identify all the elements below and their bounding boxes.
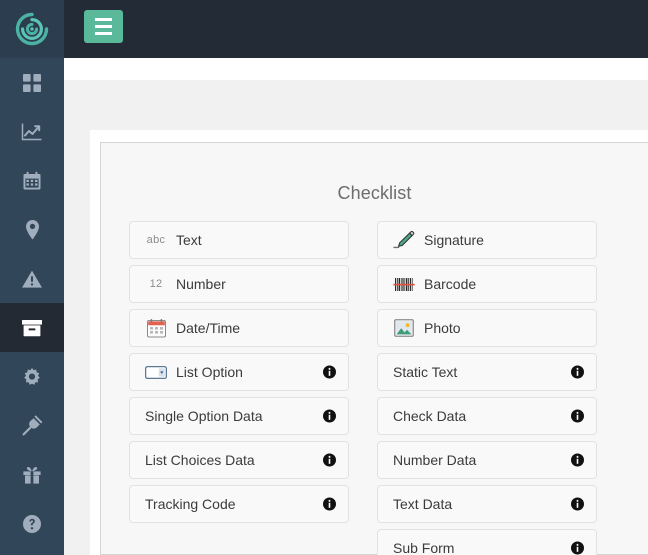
checklist-item-label: Signature <box>424 232 484 248</box>
checklist-item-label: Barcode <box>424 276 477 292</box>
checklist-item-text-data[interactable]: Text Data <box>377 485 597 523</box>
checklist-item-label: Date/Time <box>176 320 241 336</box>
sidebar-item-calendar[interactable] <box>0 156 64 205</box>
map-pin-icon <box>25 219 39 239</box>
checklist-item-list-choices-data[interactable]: List Choices Data <box>129 441 349 479</box>
checklist-item-label: List Option <box>176 364 243 380</box>
gift-icon <box>23 466 41 484</box>
menu-toggle-button[interactable] <box>84 10 123 43</box>
gear-icon <box>24 367 40 385</box>
sidebar-item-locations[interactable] <box>0 205 64 254</box>
plug-icon <box>22 415 43 435</box>
grid-icon <box>23 73 41 92</box>
barcode-icon <box>392 276 416 293</box>
checklist-item-static-text[interactable]: Static Text <box>377 353 597 391</box>
info-icon[interactable] <box>323 497 336 511</box>
info-icon[interactable] <box>323 453 336 467</box>
subbar <box>64 58 648 80</box>
checklist-item-number[interactable]: 12 Number <box>129 265 349 303</box>
checklist-items-grid: abc Text 12 Number Date/Time List Option… <box>101 221 648 555</box>
dropdown-icon <box>144 365 168 379</box>
checklist-item-single-option-data[interactable]: Single Option Data <box>129 397 349 435</box>
sidebar-nav <box>0 58 64 548</box>
checklist-panel: Checklist abc Text 12 Number Date/Time L… <box>90 130 648 555</box>
checklist-item-label: Check Data <box>393 408 467 424</box>
number-12-icon: 12 <box>149 278 163 290</box>
sidebar-item-dashboard[interactable] <box>0 58 64 107</box>
right-column: Signature Barcode Photo Static Text Chec… <box>377 221 597 555</box>
info-icon[interactable] <box>571 365 584 379</box>
info-icon[interactable] <box>571 497 584 511</box>
info-icon[interactable] <box>323 365 336 379</box>
checklist-item-label: Text <box>176 232 202 248</box>
app-root: Checklist abc Text 12 Number Date/Time L… <box>0 0 648 555</box>
info-icon[interactable] <box>571 541 584 555</box>
spiral-target-logo-icon <box>15 12 49 46</box>
pencil-signature-icon <box>392 230 416 250</box>
sidebar-item-help[interactable] <box>0 499 64 548</box>
brand-logo[interactable] <box>0 0 64 58</box>
abc-text-icon: abc <box>146 234 166 246</box>
checklist-item-number-data[interactable]: Number Data <box>377 441 597 479</box>
hamburger-icon-bar <box>95 32 112 35</box>
sidebar-item-analytics[interactable] <box>0 107 64 156</box>
checklist-item-label: Photo <box>424 320 461 336</box>
checklist-item-label: Number Data <box>393 452 477 468</box>
checklist-item-check-data[interactable]: Check Data <box>377 397 597 435</box>
calendar-icon <box>23 171 41 189</box>
hamburger-icon-bar <box>95 18 112 21</box>
checklist-item-label: Static Text <box>393 364 458 380</box>
archive-box-icon <box>22 319 42 336</box>
sidebar <box>0 0 64 555</box>
checklist-item-barcode[interactable]: Barcode <box>377 265 597 303</box>
sidebar-item-rewards[interactable] <box>0 450 64 499</box>
question-circle-icon <box>23 514 41 533</box>
checklist-item-label: Sub Form <box>393 540 455 555</box>
chart-line-icon <box>21 123 42 140</box>
sidebar-item-integrations[interactable] <box>0 401 64 450</box>
checklist-item-photo[interactable]: Photo <box>377 309 597 347</box>
info-icon[interactable] <box>323 409 336 423</box>
checklist-item-label: List Choices Data <box>145 452 255 468</box>
checklist-item-signature[interactable]: Signature <box>377 221 597 259</box>
checklist-panel-inner: Checklist abc Text 12 Number Date/Time L… <box>100 142 648 555</box>
checklist-item-text[interactable]: abc Text <box>129 221 349 259</box>
page-title: Checklist <box>337 183 412 203</box>
checklist-item-label: Single Option Data <box>145 408 263 424</box>
checklist-item-label: Tracking Code <box>145 496 236 512</box>
topbar <box>64 0 648 58</box>
calendar-icon <box>144 318 168 338</box>
warning-icon <box>22 270 42 288</box>
checklist-item-sub-form[interactable]: Sub Form <box>377 529 597 555</box>
sidebar-item-alerts[interactable] <box>0 254 64 303</box>
left-column: abc Text 12 Number Date/Time List Option… <box>129 221 349 555</box>
photo-image-icon <box>392 319 416 337</box>
checklist-item-list-option[interactable]: List Option <box>129 353 349 391</box>
info-icon[interactable] <box>571 409 584 423</box>
checklist-item-date-time[interactable]: Date/Time <box>129 309 349 347</box>
info-icon[interactable] <box>571 453 584 467</box>
checklist-item-label: Text Data <box>393 496 453 512</box>
checklist-item-tracking-code[interactable]: Tracking Code <box>129 485 349 523</box>
sidebar-item-archive[interactable] <box>0 303 64 352</box>
checklist-item-label: Number <box>176 276 226 292</box>
hamburger-icon-bar <box>95 25 112 28</box>
sidebar-item-settings[interactable] <box>0 352 64 401</box>
